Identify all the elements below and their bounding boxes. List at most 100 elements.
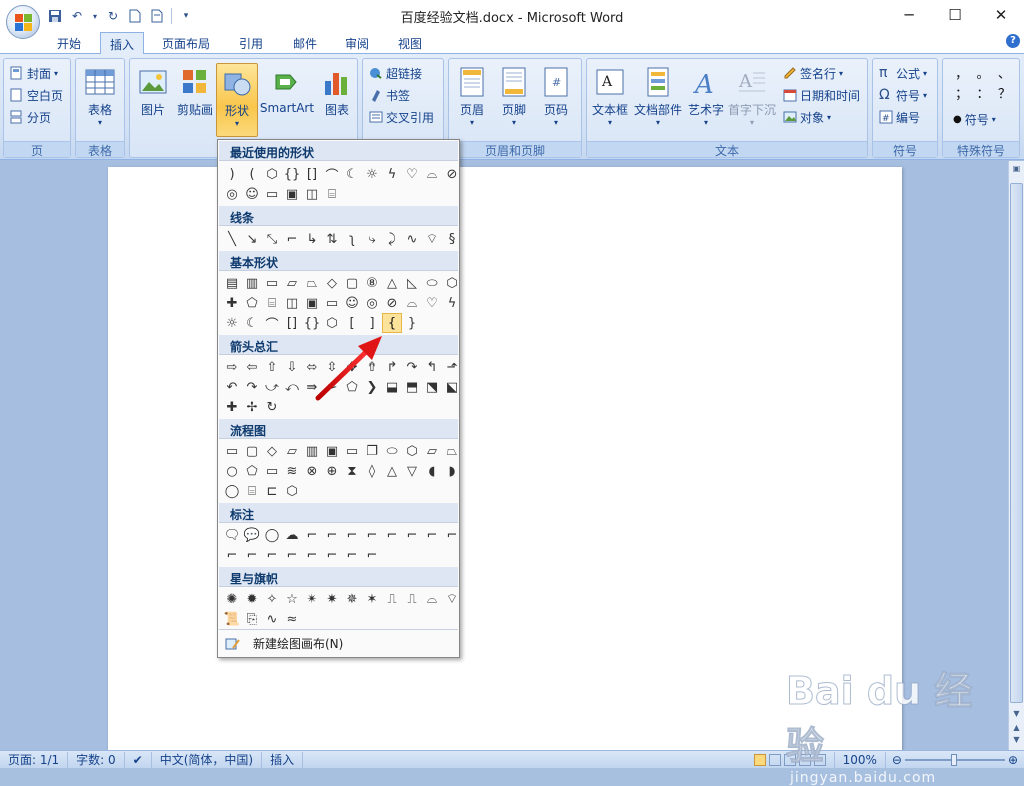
shape-wave-icon[interactable]: ∿: [262, 609, 282, 629]
special-symbol-cell[interactable]: ；: [951, 83, 972, 103]
special-symbol-cell[interactable]: ：: [972, 83, 993, 103]
shape-flowchart-direct-access-icon[interactable]: ⊏: [262, 481, 282, 501]
shape-flowchart-stored-data-icon[interactable]: ◖: [422, 461, 442, 481]
shape-moon-icon[interactable]: ☾: [342, 164, 362, 184]
help-icon[interactable]: ?: [1006, 34, 1020, 48]
shape-block-arc-icon[interactable]: ⌓: [422, 164, 442, 184]
shape-flowchart-punched-tape-icon[interactable]: ≋: [282, 461, 302, 481]
shape-flowchart-collate-icon[interactable]: ⧗: [342, 461, 362, 481]
tab-home[interactable]: 开始: [48, 32, 90, 54]
shape-line-icon[interactable]: ╲: [222, 229, 242, 249]
shape-sun-icon[interactable]: ☼: [222, 313, 242, 333]
shape-line-callout-icon[interactable]: ⌐: [362, 525, 382, 545]
shape-rectangle-icon[interactable]: ▭: [262, 273, 282, 293]
shape-line-callout-icon[interactable]: ⌐: [322, 525, 342, 545]
shape-textbox-icon[interactable]: ▤: [222, 273, 242, 293]
ruler-toggle-icon[interactable]: ▣: [1009, 164, 1024, 178]
insert-mode[interactable]: 插入: [262, 751, 304, 768]
shape-curved-double-arrow-icon[interactable]: ⤸: [382, 229, 402, 249]
shape-oval-icon[interactable]: ⬭: [422, 273, 442, 293]
shape-flowchart-summing-junction-icon[interactable]: ⊗: [302, 461, 322, 481]
shape-flowchart-internal-storage-icon[interactable]: ▣: [322, 441, 342, 461]
maximize-icon[interactable]: ☐: [932, 0, 978, 30]
tab-review[interactable]: 审阅: [336, 32, 378, 54]
shape-no-symbol-icon[interactable]: ⊘: [442, 164, 462, 184]
shape-brace-icon[interactable]: {}: [282, 164, 302, 184]
language-indicator[interactable]: 中文(简体，中国): [152, 751, 263, 768]
close-icon[interactable]: ✕: [978, 0, 1024, 30]
shape-flowchart-merge-icon[interactable]: ▽: [402, 461, 422, 481]
shape-curved-arrow-icon[interactable]: ⤷: [362, 229, 382, 249]
shape-flowchart-sequential-storage-icon[interactable]: ◯: [222, 481, 242, 501]
special-symbol-more-button[interactable]: ● 符号 ▾: [953, 109, 996, 129]
picture-button[interactable]: 图片: [132, 63, 174, 137]
shape-rounded-callout-icon[interactable]: 💬: [242, 525, 262, 545]
shape-down-arrow-callout-icon[interactable]: ⬒: [402, 377, 422, 397]
shape-bent-up-arrow-icon[interactable]: ⬏: [442, 357, 462, 377]
shape-flowchart-terminator-icon[interactable]: ⬭: [382, 441, 402, 461]
shape-hexagon-icon[interactable]: ⬡: [442, 273, 462, 293]
shape-cloud-callout-icon[interactable]: ☁: [282, 525, 302, 545]
shape-curve-icon[interactable]: ∿: [402, 229, 422, 249]
shape-horizontal-scroll-icon[interactable]: ⎘: [242, 609, 262, 629]
shape-4-point-star-icon[interactable]: ✧: [262, 589, 282, 609]
shape-trapezoid-icon[interactable]: ⏢: [302, 273, 322, 293]
shape-line-callout-icon[interactable]: ⌐: [442, 525, 462, 545]
shape-u-turn-arrow-icon[interactable]: ↷: [402, 357, 422, 377]
special-symbol-cell[interactable]: 、: [994, 63, 1015, 83]
shape-line-callout-icon[interactable]: ⌐: [262, 545, 282, 565]
shape-sun-icon[interactable]: ☼: [362, 164, 382, 184]
shape-right-brace-icon[interactable]: }: [402, 313, 422, 333]
shape-curved-ribbon-icon[interactable]: ⌔: [442, 589, 462, 609]
chart-button[interactable]: 图表: [316, 63, 358, 137]
shape-flowchart-preparation-icon[interactable]: ⬡: [402, 441, 422, 461]
date-time-button[interactable]: 日期和时间: [783, 85, 860, 105]
shape-line-callout-icon[interactable]: ⌐: [402, 525, 422, 545]
proofing-icon[interactable]: ✔: [125, 751, 152, 768]
footer-button[interactable]: 页脚 ▾: [493, 63, 535, 137]
shape-curved-down-arrow-icon[interactable]: ⤺: [282, 377, 302, 397]
shape-right-arrow-icon[interactable]: ⇨: [222, 357, 242, 377]
shape-moon-icon[interactable]: ☾: [242, 313, 262, 333]
shape-quad-arrow-callout-icon[interactable]: ✢: [242, 397, 262, 417]
shape-vertical-scroll-icon[interactable]: 📜: [222, 609, 242, 629]
shape-arc-icon[interactable]: ⌒: [262, 313, 282, 333]
shape-can-icon[interactable]: ⌸: [322, 184, 342, 204]
shape-elbow-connector-icon[interactable]: ⌐: [282, 229, 302, 249]
shape-flowchart-manual-input-icon[interactable]: ⏥: [422, 441, 442, 461]
office-button[interactable]: [6, 5, 40, 39]
word-count[interactable]: 字数: 0: [68, 751, 125, 768]
clipart-button[interactable]: 剪贴画: [174, 63, 216, 137]
shape-bracket-icon[interactable]: ): [222, 164, 242, 184]
shape-freeform-icon[interactable]: ⌔: [422, 229, 442, 249]
shape-flowchart-card-icon[interactable]: ▭: [262, 461, 282, 481]
shape-triangle-icon[interactable]: △: [382, 273, 402, 293]
symbol-button[interactable]: Ω 符号 ▾: [879, 85, 927, 105]
shape-down-arrow-icon[interactable]: ⇩: [282, 357, 302, 377]
shape-up-arrow-icon[interactable]: ⇧: [262, 357, 282, 377]
shape-elbow-arrow-icon[interactable]: ↳: [302, 229, 322, 249]
print-layout-view-icon[interactable]: [753, 753, 766, 766]
shape-left-right-arrow-callout-icon[interactable]: ✚: [222, 397, 242, 417]
special-symbol-cell[interactable]: ，: [951, 63, 972, 83]
shape-line-callout-icon[interactable]: ⌐: [282, 545, 302, 565]
shape-32-point-star-icon[interactable]: ✶: [362, 589, 382, 609]
shape-16-point-star-icon[interactable]: ✷: [322, 589, 342, 609]
shape-left-up-arrow-icon[interactable]: ↰: [422, 357, 442, 377]
shape-no-symbol-icon[interactable]: ⊘: [382, 293, 402, 313]
shape-flowchart-predefined-process-icon[interactable]: ▥: [302, 441, 322, 461]
shape-curved-connector-icon[interactable]: ʅ: [342, 229, 362, 249]
numbering-button[interactable]: # 编号: [879, 107, 920, 127]
shape-elbow-double-arrow-icon[interactable]: ⇅: [322, 229, 342, 249]
shape-vertical-textbox-icon[interactable]: ▥: [242, 273, 262, 293]
shape-flowchart-alternate-process-icon[interactable]: ▢: [242, 441, 262, 461]
drop-cap-button[interactable]: A 首字下沉 ▾: [727, 63, 777, 137]
minimize-icon[interactable]: ─: [886, 0, 932, 30]
shape-bevel-icon[interactable]: ▣: [302, 293, 322, 313]
shape-folded-corner-icon[interactable]: ▭: [262, 184, 282, 204]
shape-flowchart-manual-operation-icon[interactable]: ⏢: [442, 441, 462, 461]
equation-button[interactable]: π 公式 ▾: [879, 63, 927, 83]
shape-flowchart-display-icon[interactable]: ⬡: [282, 481, 302, 501]
shape-double-arrow-line-icon[interactable]: ⤡: [262, 229, 282, 249]
shape-flowchart-data-icon[interactable]: ▱: [282, 441, 302, 461]
